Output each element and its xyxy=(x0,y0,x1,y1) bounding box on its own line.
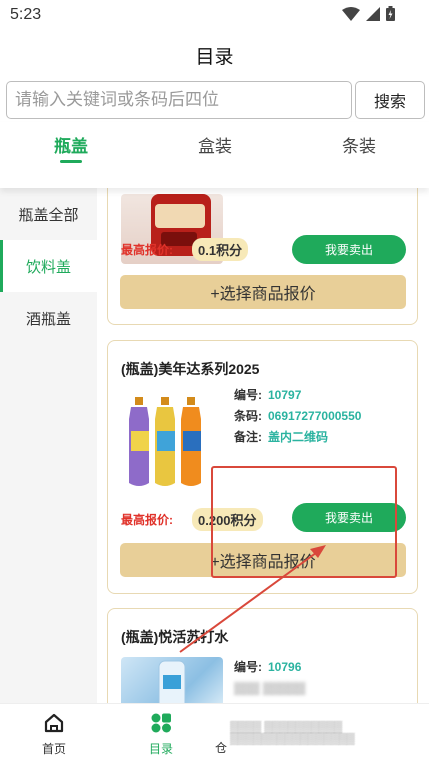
home-icon xyxy=(44,713,64,733)
nav-warehouse-label: 仓 xyxy=(215,741,228,755)
tab-strip[interactable]: 条装 xyxy=(329,132,389,157)
note-row: 备注: 盖内二维码 xyxy=(234,427,361,448)
quote-button[interactable]: +选择商品报价 xyxy=(120,275,406,309)
product-title: (瓶盖)美年达系列2025 xyxy=(121,361,260,377)
product-title: (瓶盖)悦活苏打水 xyxy=(121,629,229,645)
page-title: 目录 xyxy=(195,47,234,68)
price-label: 最高报价: xyxy=(121,243,173,257)
barcode-row: 条码: 06917277000550 xyxy=(234,406,361,427)
nav-home[interactable]: 首页 xyxy=(14,712,94,757)
sidebar: 瓶盖全部 饮料盖 酒瓶盖 xyxy=(0,188,97,703)
catalog-icon xyxy=(151,713,171,733)
soda-water-image-icon xyxy=(158,660,186,703)
wifi-icon xyxy=(342,6,360,21)
annotation-highlight-box xyxy=(211,466,397,578)
tab-bottle-cap[interactable]: 瓶盖 xyxy=(41,132,101,157)
product-id-row: 编号: 10796 xyxy=(234,657,305,678)
product-card: 最高报价: 0.1积分 我要卖出 +选择商品报价 xyxy=(107,188,418,325)
product-id-row: 编号: 10797 xyxy=(234,385,361,406)
product-image xyxy=(121,391,223,491)
bottom-nav: 首页 目录 仓 ▒▒▒▒ ▒▒▒▒▒▒▒▒▒▒ ▒▒▒▒▒▒▒▒▒▒▒▒▒▒▒▒ xyxy=(0,703,429,763)
status-icons xyxy=(342,6,395,21)
active-tab-indicator xyxy=(60,160,82,163)
status-time: 5:23 xyxy=(10,6,42,23)
sell-button[interactable]: 我要卖出 xyxy=(292,235,406,264)
battery-icon xyxy=(386,6,395,21)
nav-catalog[interactable]: 目录 xyxy=(121,712,201,757)
product-image xyxy=(121,657,223,703)
product-info: 编号: 10796 ▒▒▒ ▒▒▒▒▒ xyxy=(234,657,305,699)
tab-boxed[interactable]: 盒装 xyxy=(185,132,245,157)
product-id-value: 10796 xyxy=(268,660,302,674)
note-value: 盖内二维码 xyxy=(268,430,329,444)
product-id-key: 编号: xyxy=(234,660,262,674)
blurred-row: ▒▒▒ ▒▒▒▒▒ xyxy=(234,681,306,695)
note-key: 备注: xyxy=(234,430,262,444)
product-info: 编号: 10797 条码: 06917277000550 备注: 盖内二维码 xyxy=(234,385,361,448)
sidebar-item-wine-caps[interactable]: 酒瓶盖 xyxy=(0,292,97,344)
category-tabs: 瓶盖 盒装 条装 xyxy=(0,122,429,188)
product-id-key: 编号: xyxy=(234,388,262,402)
nav-home-label: 首页 xyxy=(41,742,66,756)
barcode-key: 条码: xyxy=(234,409,262,423)
signal-icon xyxy=(366,6,380,21)
product-card: (瓶盖)悦活苏打水 编号: 10796 ▒▒▒ ▒▒▒▒▒ xyxy=(107,608,418,703)
status-bar: 5:23 xyxy=(0,0,429,30)
blurred-overlay-text: ▒▒▒▒ ▒▒▒▒▒▒▒▒▒▒ ▒▒▒▒▒▒▒▒▒▒▒▒▒▒▒▒ xyxy=(230,721,355,745)
mirinda-bottles-icon xyxy=(121,391,223,491)
price-value: 0.1积分 xyxy=(192,238,249,261)
product-id-value: 10797 xyxy=(268,388,302,402)
sidebar-item-drink-caps[interactable]: 饮料盖 xyxy=(0,240,97,292)
nav-catalog-label: 目录 xyxy=(148,742,173,756)
search-button[interactable]: 搜索 xyxy=(355,81,425,119)
search-input[interactable] xyxy=(6,81,352,119)
sidebar-item-all-caps[interactable]: 瓶盖全部 xyxy=(0,188,97,240)
price-label: 最高报价: xyxy=(121,513,173,527)
product-list[interactable]: 最高报价: 0.1积分 我要卖出 +选择商品报价 (瓶盖)美年达系列2025 编… xyxy=(97,188,429,703)
barcode-value: 06917277000550 xyxy=(268,409,362,423)
